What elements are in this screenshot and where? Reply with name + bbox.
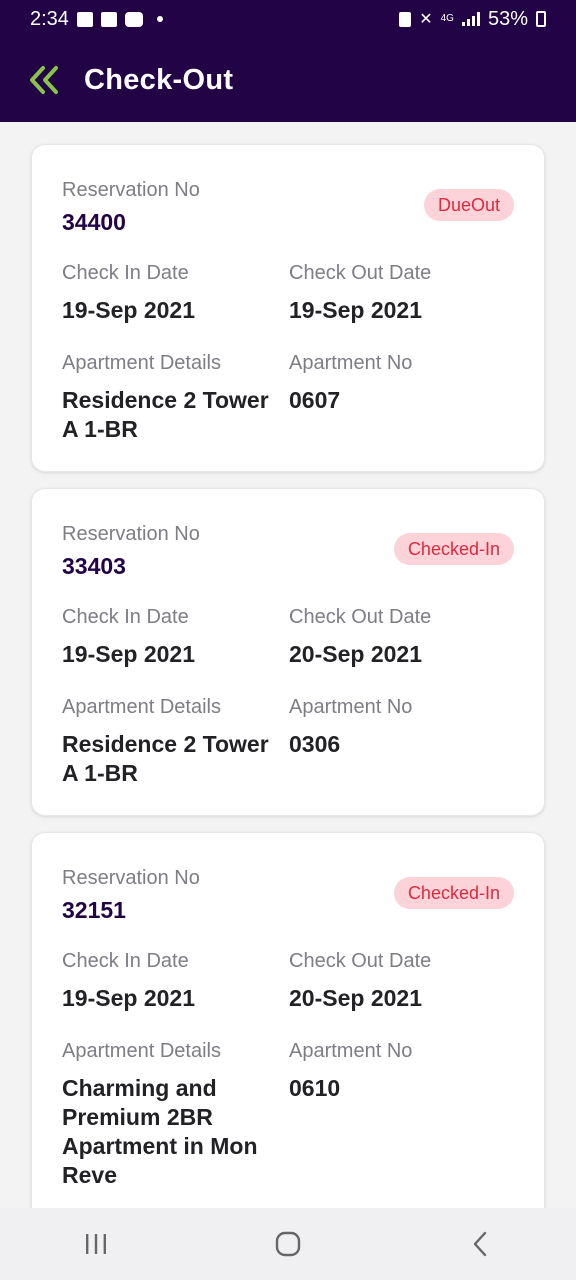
nav-back-button[interactable] xyxy=(450,1214,510,1274)
gallery-notification-icon xyxy=(76,11,93,27)
back-button[interactable] xyxy=(26,62,62,98)
apartment-no-label: Apartment No xyxy=(289,352,413,374)
apartment-no-label: Apartment No xyxy=(289,696,413,718)
apartment-no: 0306 xyxy=(289,731,341,757)
news-notification-icon xyxy=(100,11,117,27)
check-in-date-label: Check In Date xyxy=(62,950,189,972)
reservation-card[interactable]: Reservation No 33403 Checked-In Check In… xyxy=(31,488,545,816)
reservation-no: 33403 xyxy=(62,553,126,579)
apartment-details-line: A 1-BR xyxy=(62,416,138,442)
check-in-date: 19-Sep 2021 xyxy=(62,985,195,1011)
check-out-date: 19-Sep 2021 xyxy=(289,297,422,323)
mute-icon: ✕ xyxy=(419,11,433,28)
apartment-no-label: Apartment No xyxy=(289,1040,413,1062)
apartment-details: Residence 2 Tower A 1-BR xyxy=(62,386,282,444)
reservation-list: Reservation No 34400 DueOut Check In Dat… xyxy=(0,122,576,1208)
status-time: 2:34 xyxy=(30,7,69,30)
signal-icon xyxy=(461,12,480,26)
apartment-details: Residence 2 Tower A 1-BR xyxy=(62,730,282,788)
reservation-card[interactable]: Reservation No 34400 DueOut Check In Dat… xyxy=(31,144,545,472)
apartment-details-label: Apartment Details xyxy=(62,696,221,718)
apartment-details-line: Residence 2 Tower xyxy=(62,731,269,757)
network-type: 4G xyxy=(440,13,454,24)
check-in-date: 19-Sep 2021 xyxy=(62,641,195,667)
check-out-date-label: Check Out Date xyxy=(289,262,432,284)
apartment-details-line: Charming and xyxy=(62,1075,217,1101)
check-out-date-label: Check Out Date xyxy=(289,950,432,972)
apartment-details-line: Residence 2 Tower xyxy=(62,387,269,413)
apartment-details-line: A 1-BR xyxy=(62,760,138,786)
reservation-no-label: Reservation No xyxy=(62,523,200,545)
apartment-details-label: Apartment Details xyxy=(62,1040,221,1062)
reservation-no: 34400 xyxy=(62,209,126,235)
reservation-card[interactable]: Reservation No 32151 Checked-In Check In… xyxy=(31,832,545,1208)
status-right: ✕ 4G 53% xyxy=(399,8,546,31)
status-badge: DueOut xyxy=(423,189,514,221)
check-out-date-label: Check Out Date xyxy=(289,606,432,628)
reservation-no-label: Reservation No xyxy=(62,867,200,889)
reservation-no: 32151 xyxy=(62,897,126,923)
status-bar: 2:34 ✕ 4G 53% xyxy=(0,0,576,38)
recents-button[interactable] xyxy=(66,1214,126,1274)
apartment-details-line: Reve xyxy=(62,1162,117,1188)
check-in-date-label: Check In Date xyxy=(62,606,189,628)
home-button[interactable] xyxy=(258,1214,318,1274)
check-out-date: 20-Sep 2021 xyxy=(289,641,422,667)
apartment-details-line: Apartment in Mon xyxy=(62,1133,258,1159)
battery-icon xyxy=(536,11,546,27)
status-left: 2:34 xyxy=(30,8,163,31)
check-out-date: 20-Sep 2021 xyxy=(289,985,422,1011)
apartment-details: Charming and Premium 2BR Apartment in Mo… xyxy=(62,1074,282,1190)
apartment-details-label: Apartment Details xyxy=(62,352,221,374)
app-bar: Check-Out xyxy=(0,38,576,122)
apartment-no: 0610 xyxy=(289,1075,341,1101)
check-in-date: 19-Sep 2021 xyxy=(62,297,195,323)
apartment-no: 0607 xyxy=(289,387,341,413)
youtube-notification-icon xyxy=(124,11,143,27)
system-nav-bar xyxy=(0,1208,576,1280)
back-icon xyxy=(473,1231,487,1257)
double-chevron-left-icon xyxy=(30,66,58,94)
page-title: Check-Out xyxy=(84,63,234,96)
apartment-details-line: Premium 2BR xyxy=(62,1104,213,1130)
status-badge: Checked-In xyxy=(393,877,514,909)
alarm-icon xyxy=(399,11,412,27)
more-notifications-icon xyxy=(156,16,163,22)
battery-level: 53% xyxy=(487,7,528,30)
home-icon xyxy=(275,1231,301,1257)
recents-icon xyxy=(86,1234,106,1254)
reservation-no-label: Reservation No xyxy=(62,179,200,201)
status-badge: Checked-In xyxy=(393,533,514,565)
check-in-date-label: Check In Date xyxy=(62,262,189,284)
